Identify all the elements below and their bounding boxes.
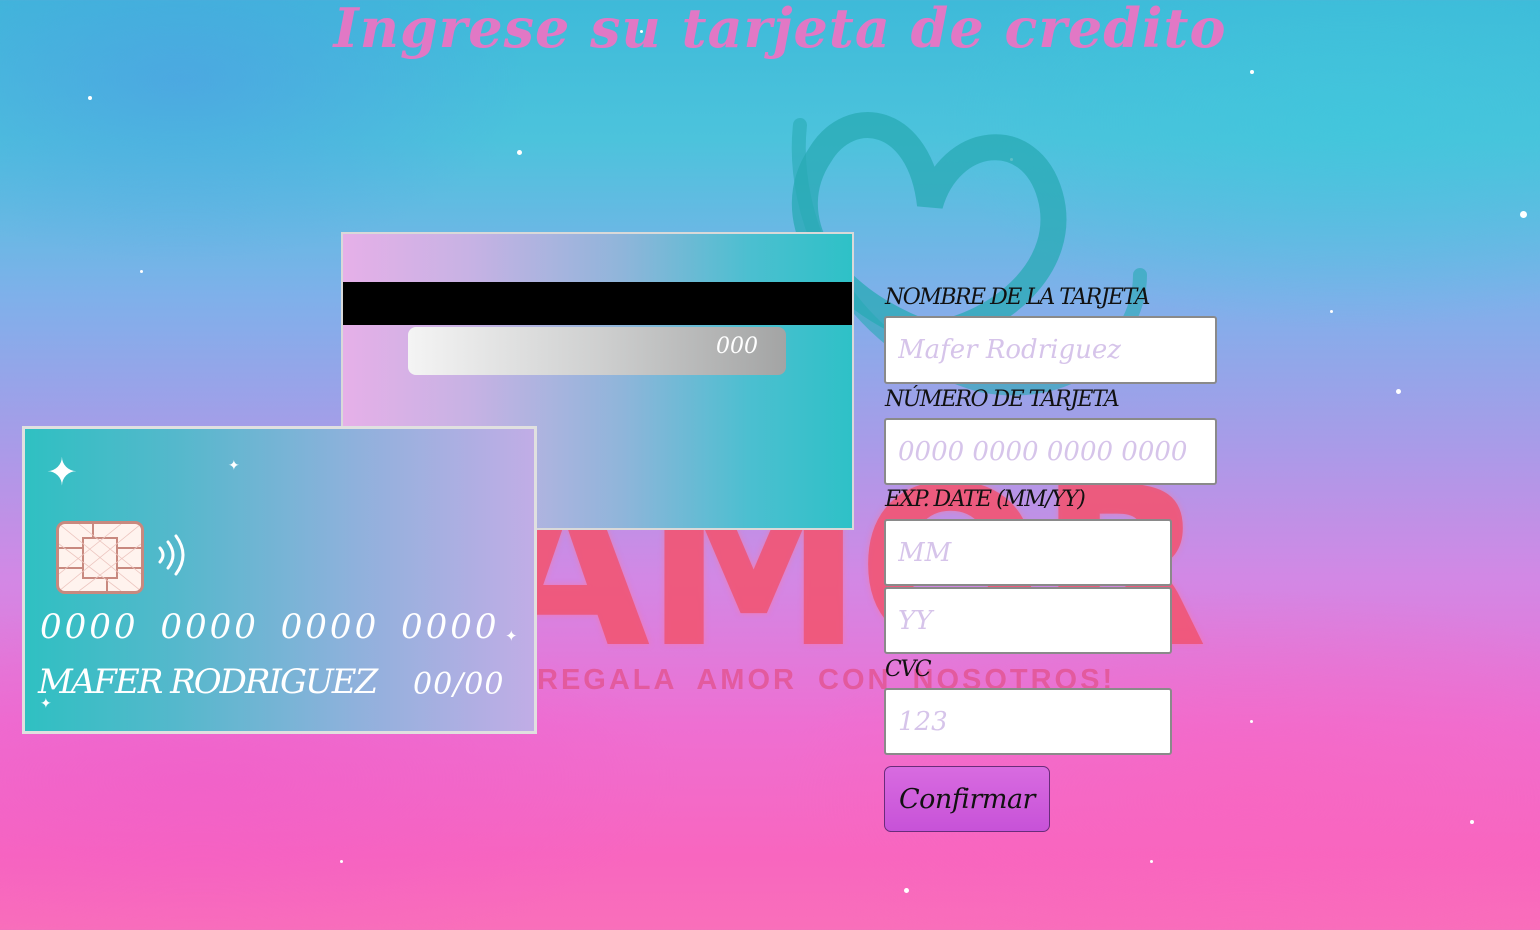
confirm-button[interactable]: Confirmar bbox=[884, 766, 1050, 832]
exp-month-input[interactable] bbox=[884, 519, 1172, 586]
card-cvc: 000 bbox=[716, 334, 758, 359]
card-front: ✦ ✦ ✦ ✦ 0000 0000 0000 0000 MAFER RODRIG… bbox=[22, 426, 537, 734]
chip-icon bbox=[56, 521, 144, 594]
sparkle-icon: ✦ bbox=[505, 627, 518, 645]
exp-year-input[interactable] bbox=[884, 587, 1172, 654]
exp-date-label: EXP. DATE (MM/YY) bbox=[885, 487, 1086, 512]
cvc-label: CVC bbox=[885, 657, 932, 682]
sparkle-icon: ✦ bbox=[46, 450, 78, 494]
card-name-input[interactable] bbox=[884, 316, 1217, 384]
card-number-input[interactable] bbox=[884, 418, 1217, 485]
card-number: 0000 0000 0000 0000 bbox=[40, 607, 500, 647]
signature-strip: 000 bbox=[408, 327, 786, 375]
magnetic-stripe bbox=[343, 282, 852, 325]
sparkle-icon: ✦ bbox=[228, 458, 240, 474]
contactless-icon bbox=[158, 534, 185, 576]
page-title: Ingrese su tarjeta de credito bbox=[333, 0, 1227, 60]
card-holder-name: MAFER RODRIGUEZ bbox=[38, 662, 378, 702]
number-label: NÚMERO DE TARJETA bbox=[885, 387, 1120, 412]
card-expiry: 00/00 bbox=[413, 667, 505, 702]
cvc-input[interactable] bbox=[884, 688, 1172, 755]
name-label: NOMBRE DE LA TARJETA bbox=[885, 285, 1150, 310]
